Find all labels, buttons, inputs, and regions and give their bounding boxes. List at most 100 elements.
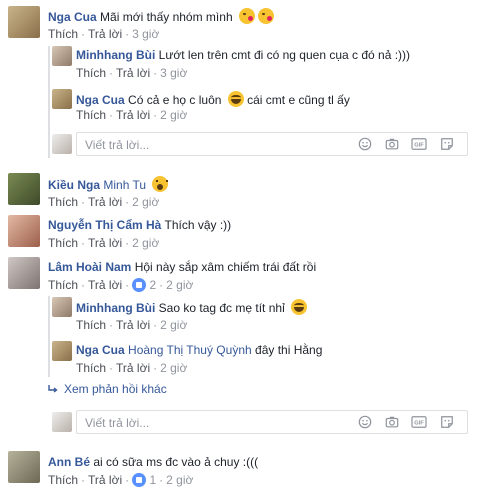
like-link[interactable]: Thích <box>48 195 78 209</box>
reply-link[interactable]: Trả lời <box>88 236 122 250</box>
reply-arrow-icon <box>48 385 58 393</box>
comment-author[interactable]: Nga Cua <box>48 10 97 24</box>
reply-placeholder: Viết trả lời... <box>85 416 150 430</box>
like-reaction-icon[interactable] <box>132 278 147 292</box>
comment-actions: Thích · Trả lời · 2 giờ <box>48 195 160 209</box>
reply-actions: Thích · Trả lời · 2 giờ <box>76 108 188 122</box>
reply-text: Sao ko tag đc mẹ tít nhỉ <box>158 301 285 315</box>
comment-text: Mãi mới thấy nhóm mình <box>100 10 233 24</box>
comment: Nga Cua Mãi mới thấy nhóm mình <box>48 8 274 24</box>
like-link[interactable]: Thích <box>76 318 106 332</box>
comment-author[interactable]: Nguyễn Thị Cẩm Hà <box>48 218 161 232</box>
timestamp[interactable]: 2 giờ <box>160 361 187 375</box>
reply-author[interactable]: Nga Cua <box>76 343 125 357</box>
timestamp[interactable]: 3 giờ <box>160 66 187 80</box>
avatar[interactable] <box>8 451 40 483</box>
reply-actions: Thích · Trả lời · 3 giờ <box>76 66 188 80</box>
comment-text: Thích vậy :)) <box>164 218 232 232</box>
comment-text: Hội này sắp xâm chiếm trái đất rồi <box>134 260 317 274</box>
my-avatar <box>52 412 72 432</box>
gif-icon[interactable]: GIF <box>411 137 427 151</box>
timestamp[interactable]: 2 giờ <box>132 236 159 250</box>
view-more-replies-label[interactable]: Xem phản hồi khác <box>64 382 167 396</box>
kiss-emoji-icon <box>257 8 274 24</box>
reply-link[interactable]: Trả lời <box>88 27 122 41</box>
avatar[interactable] <box>8 173 40 205</box>
laughing-emoji-icon <box>291 299 308 315</box>
reaction-count[interactable]: 1 <box>149 473 156 487</box>
emoji-icon[interactable] <box>357 137 373 151</box>
reply-text-continued: cái cmt e cũng tl ấy <box>247 93 350 107</box>
reply-link[interactable]: Trả lời <box>116 108 150 122</box>
comment-actions: Thích · Trả lời · 2 giờ <box>48 236 160 250</box>
reply-text: Có cả e họ c luôn <box>128 93 222 107</box>
timestamp[interactable]: 2 giờ <box>132 195 159 209</box>
reply-text: Lướt len trên cmt đi có ng quen cụa c đó… <box>158 48 411 62</box>
kiss-emoji-icon <box>238 8 255 24</box>
laughing-emoji-icon <box>227 91 244 107</box>
view-more-replies-link[interactable]: Xem phản hồi khác <box>48 382 167 396</box>
reply: Nga Cua Hoàng Thị Thuý Quỳnh đây thi Hằn… <box>76 343 322 357</box>
thread-line <box>48 296 50 377</box>
comment-text: ai có sữa ms đc vào ả chuy :((( <box>93 455 259 469</box>
svg-text:GIF: GIF <box>414 421 424 427</box>
avatar[interactable] <box>52 46 72 66</box>
tagged-user[interactable]: Hoàng Thị Thuý Quỳnh <box>128 343 252 357</box>
timestamp[interactable]: 2 giờ <box>160 108 187 122</box>
thread-line <box>48 46 50 158</box>
timestamp[interactable]: 2 giờ <box>166 278 193 292</box>
reply-link[interactable]: Trả lời <box>88 195 122 209</box>
comment-author[interactable]: Kiều Nga <box>48 178 100 192</box>
tagged-user[interactable]: Minh Tu <box>103 178 146 192</box>
timestamp[interactable]: 2 giờ <box>166 473 193 487</box>
like-link[interactable]: Thích <box>48 278 78 292</box>
reply: Minhhang Bùi Lướt len trên cmt đi có ng … <box>76 48 410 62</box>
reply-input[interactable]: Viết trả lời... GIF <box>76 132 468 156</box>
comment-actions: Thích · Trả lời · 1 · 2 giờ <box>48 473 194 487</box>
gif-icon[interactable]: GIF <box>411 415 427 429</box>
reply-link[interactable]: Trả lời <box>116 66 150 80</box>
timestamp[interactable]: 2 giờ <box>160 318 187 332</box>
sticker-icon[interactable] <box>439 137 455 151</box>
emoji-icon[interactable] <box>357 415 373 429</box>
comment-author[interactable]: Lâm Hoài Nam <box>48 260 131 274</box>
like-link[interactable]: Thích <box>48 27 78 41</box>
reply-author[interactable]: Minhhang Bùi <box>76 48 155 62</box>
avatar[interactable] <box>52 89 72 109</box>
camera-icon[interactable] <box>384 137 400 151</box>
like-link[interactable]: Thích <box>76 108 106 122</box>
avatar[interactable] <box>8 6 40 38</box>
reply-link[interactable]: Trả lời <box>116 361 150 375</box>
svg-text:GIF: GIF <box>414 143 424 149</box>
comment: Kiều Nga Minh Tu <box>48 176 169 192</box>
avatar[interactable] <box>52 297 72 317</box>
reply-author[interactable]: Nga Cua <box>76 93 125 107</box>
timestamp[interactable]: 3 giờ <box>132 27 159 41</box>
like-link[interactable]: Thích <box>76 66 106 80</box>
reply-author[interactable]: Minhhang Bùi <box>76 301 155 315</box>
reply-actions: Thích · Trả lời · 2 giờ <box>76 318 188 332</box>
camera-icon[interactable] <box>384 415 400 429</box>
avatar[interactable] <box>8 215 40 247</box>
wow-emoji-icon <box>152 176 169 192</box>
like-reaction-icon[interactable] <box>132 473 147 487</box>
sticker-icon[interactable] <box>439 415 455 429</box>
reply: Minhhang Bùi Sao ko tag đc mẹ tít nhỉ <box>76 299 308 315</box>
like-link[interactable]: Thích <box>48 473 78 487</box>
comment: Lâm Hoài Nam Hội này sắp xâm chiếm trái … <box>48 260 316 274</box>
like-link[interactable]: Thích <box>48 236 78 250</box>
avatar[interactable] <box>8 257 40 289</box>
reply-link[interactable]: Trả lời <box>88 278 122 292</box>
reply-placeholder: Viết trả lời... <box>85 138 150 152</box>
reply-link[interactable]: Trả lời <box>88 473 122 487</box>
reaction-count[interactable]: 2 <box>149 278 156 292</box>
comment-author[interactable]: Ann Bé <box>48 455 90 469</box>
comment: Ann Bé ai có sữa ms đc vào ả chuy :((( <box>48 455 258 469</box>
like-link[interactable]: Thích <box>76 361 106 375</box>
avatar[interactable] <box>52 341 72 361</box>
reply-link[interactable]: Trả lời <box>116 318 150 332</box>
reply-text: đây thi Hằng <box>255 343 323 357</box>
reply-input[interactable]: Viết trả lời... GIF <box>76 410 468 434</box>
comment: Nguyễn Thị Cẩm Hà Thích vậy :)) <box>48 218 231 232</box>
comment-actions: Thích · Trả lời · 2 · 2 giờ <box>48 278 194 292</box>
